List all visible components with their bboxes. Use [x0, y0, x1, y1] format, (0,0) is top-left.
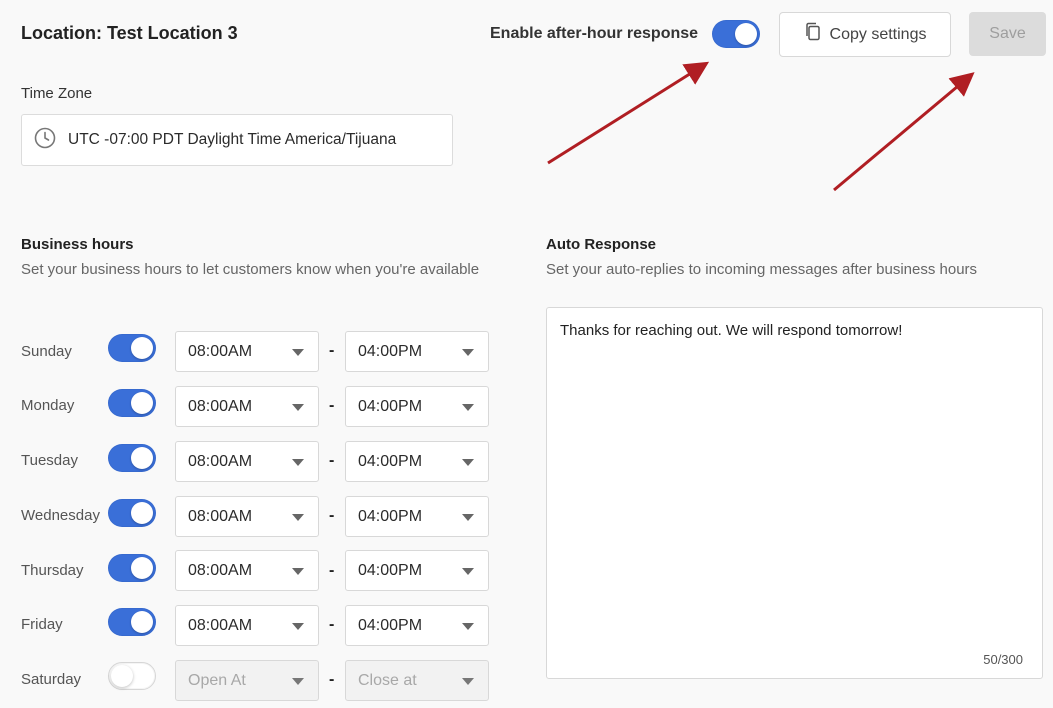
day-label-saturday: Saturday: [21, 671, 82, 688]
toggle-knob: [131, 447, 153, 469]
time-zone-select[interactable]: UTC -07:00 PDT Daylight Time America/Tij…: [21, 114, 453, 166]
toggle-knob: [131, 502, 153, 524]
open-time-value: 08:00AM: [188, 507, 253, 525]
copy-icon: [804, 22, 822, 47]
day-toggle-wednesday[interactable]: [108, 499, 156, 527]
open-time-select-monday[interactable]: 08:00AM: [175, 386, 319, 427]
close-time-select-friday[interactable]: 04:00PM: [345, 605, 489, 646]
auto-response-message: Thanks for reaching out. We will respond…: [560, 322, 903, 339]
copy-settings-label: Copy settings: [829, 25, 927, 43]
open-time-placeholder: Open At: [188, 671, 246, 689]
close-time-value: 04:00PM: [358, 507, 423, 525]
toggle-knob: [735, 23, 757, 45]
day-label-monday: Monday: [21, 397, 75, 414]
day-toggle-monday[interactable]: [108, 389, 156, 417]
page-title: Location: Test Location 3: [21, 23, 238, 43]
open-time-select-friday[interactable]: 08:00AM: [175, 605, 319, 646]
close-time-placeholder: Close at: [358, 671, 417, 689]
business-hours-description: Set your business hours to let customers…: [21, 261, 480, 278]
time-separator: -: [329, 507, 335, 524]
time-separator: -: [329, 397, 335, 414]
day-toggle-saturday[interactable]: [108, 662, 156, 690]
toggle-knob: [131, 557, 153, 579]
day-toggle-tuesday[interactable]: [108, 444, 156, 472]
caret-down-icon: [462, 568, 474, 575]
close-time-value: 04:00PM: [358, 616, 423, 634]
arrow-to-toggle: [547, 61, 710, 165]
toggle-knob: [131, 611, 153, 633]
caret-down-icon: [462, 349, 474, 356]
caret-down-icon: [292, 459, 304, 466]
time-separator: -: [329, 616, 335, 633]
toggle-knob: [111, 665, 133, 687]
auto-response-textarea[interactable]: Thanks for reaching out. We will respond…: [546, 307, 1043, 679]
day-label-thursday: Thursday: [21, 562, 84, 579]
caret-down-icon: [462, 623, 474, 630]
caret-down-icon: [292, 349, 304, 356]
close-time-select-wednesday[interactable]: 04:00PM: [345, 496, 489, 537]
day-label-tuesday: Tuesday: [21, 452, 78, 469]
open-time-value: 08:00AM: [188, 342, 253, 360]
close-time-select-monday[interactable]: 04:00PM: [345, 386, 489, 427]
time-separator: -: [329, 562, 335, 579]
auto-response-title: Auto Response: [546, 236, 657, 253]
close-time-value: 04:00PM: [358, 397, 423, 415]
day-label-friday: Friday: [21, 616, 63, 633]
open-time-select-wednesday[interactable]: 08:00AM: [175, 496, 319, 537]
toggle-knob: [131, 337, 153, 359]
open-time-value: 08:00AM: [188, 561, 253, 579]
close-time-select-tuesday[interactable]: 04:00PM: [345, 441, 489, 482]
time-separator: -: [329, 671, 335, 688]
caret-down-icon: [462, 459, 474, 466]
day-toggle-sunday[interactable]: [108, 334, 156, 362]
close-time-select-thursday[interactable]: 04:00PM: [345, 550, 489, 591]
open-time-value: 08:00AM: [188, 616, 253, 634]
close-time-select-sunday[interactable]: 04:00PM: [345, 331, 489, 372]
copy-settings-button[interactable]: Copy settings: [779, 12, 951, 57]
caret-down-icon: [462, 678, 474, 685]
after-hour-toggle[interactable]: [712, 20, 760, 48]
time-zone-label: Time Zone: [21, 85, 93, 102]
open-time-select-tuesday[interactable]: 08:00AM: [175, 441, 319, 482]
close-time-value: 04:00PM: [358, 561, 423, 579]
clock-icon: [34, 127, 56, 154]
time-zone-value: UTC -07:00 PDT Daylight Time America/Tij…: [68, 131, 397, 148]
open-time-select-sunday[interactable]: 08:00AM: [175, 331, 319, 372]
day-toggle-friday[interactable]: [108, 608, 156, 636]
open-time-value: 08:00AM: [188, 397, 253, 415]
caret-down-icon: [462, 404, 474, 411]
day-label-sunday: Sunday: [21, 343, 72, 360]
caret-down-icon: [292, 568, 304, 575]
time-separator: -: [329, 342, 335, 359]
open-time-select-thursday[interactable]: 08:00AM: [175, 550, 319, 591]
business-hours-title: Business hours: [21, 236, 134, 253]
close-time-value: 04:00PM: [358, 452, 423, 470]
character-counter: 50/300: [983, 652, 1023, 667]
toggle-knob: [131, 392, 153, 414]
arrow-to-save: [833, 72, 975, 192]
close-time-value: 04:00PM: [358, 342, 423, 360]
caret-down-icon: [292, 623, 304, 630]
open-time-value: 08:00AM: [188, 452, 253, 470]
auto-response-description: Set your auto-replies to incoming messag…: [546, 261, 978, 278]
open-time-select-saturday[interactable]: Open At: [175, 660, 319, 701]
caret-down-icon: [292, 678, 304, 685]
caret-down-icon: [462, 514, 474, 521]
close-time-select-saturday[interactable]: Close at: [345, 660, 489, 701]
day-toggle-thursday[interactable]: [108, 554, 156, 582]
caret-down-icon: [292, 514, 304, 521]
time-separator: -: [329, 452, 335, 469]
caret-down-icon: [292, 404, 304, 411]
day-label-wednesday: Wednesday: [21, 507, 100, 524]
after-hour-label: Enable after-hour response: [490, 25, 699, 42]
save-button[interactable]: Save: [969, 12, 1046, 56]
